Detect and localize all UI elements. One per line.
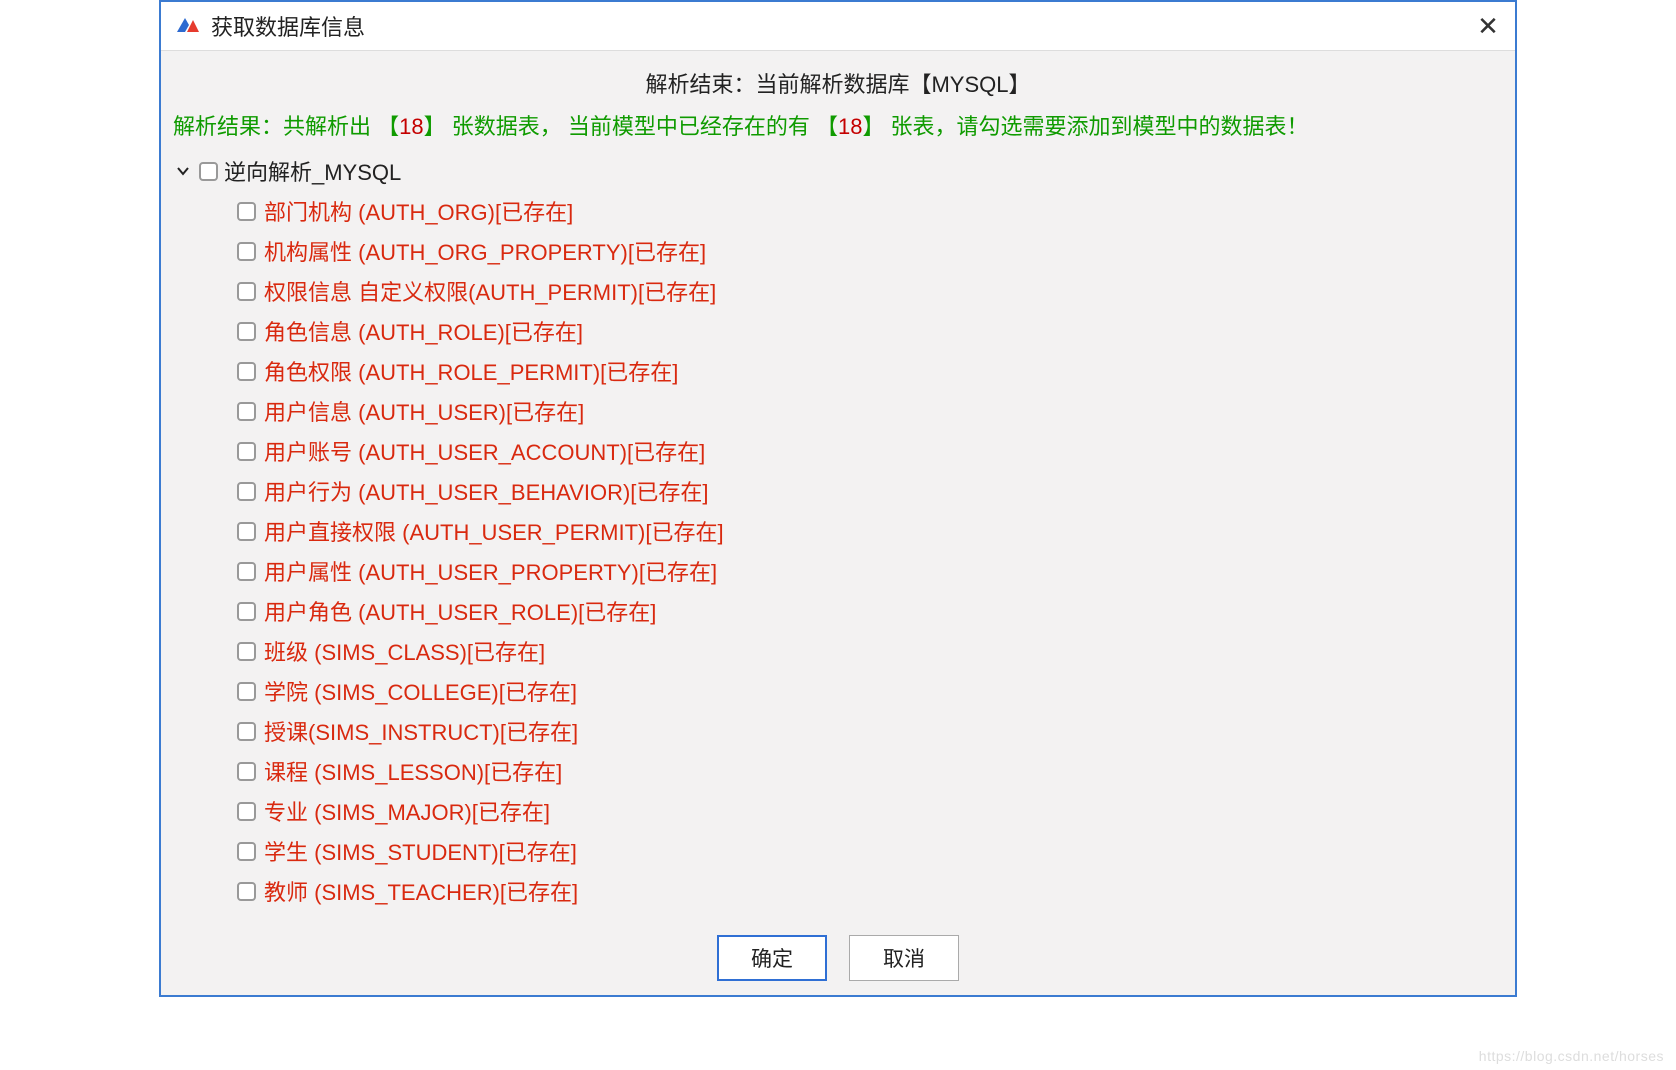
item-label: 学生 (SIMS_STUDENT)[已存在]	[264, 835, 577, 867]
item-checkbox[interactable]	[237, 282, 256, 301]
dialog-footer: 确定 取消	[161, 925, 1515, 995]
item-label: 用户信息 (AUTH_USER)[已存在]	[264, 395, 584, 427]
item-checkbox[interactable]	[237, 362, 256, 381]
window-title: 获取数据库信息	[211, 10, 1473, 42]
tree-item[interactable]: 用户账号 (AUTH_USER_ACCOUNT)[已存在]	[237, 431, 1503, 471]
item-checkbox[interactable]	[237, 602, 256, 621]
item-label: 学院 (SIMS_COLLEGE)[已存在]	[264, 675, 577, 707]
item-label: 用户属性 (AUTH_USER_PROPERTY)[已存在]	[264, 555, 717, 587]
tree-item[interactable]: 机构属性 (AUTH_ORG_PROPERTY)[已存在]	[237, 231, 1503, 271]
item-label: 角色信息 (AUTH_ROLE)[已存在]	[264, 315, 583, 347]
tree: 逆向解析_MYSQL 部门机构 (AUTH_ORG)[已存在] 机构属性 (AUT…	[161, 153, 1515, 925]
tree-item[interactable]: 角色信息 (AUTH_ROLE)[已存在]	[237, 311, 1503, 351]
count-total: 18	[399, 114, 423, 139]
app-logo-icon	[173, 12, 201, 40]
item-label: 用户角色 (AUTH_USER_ROLE)[已存在]	[264, 595, 656, 627]
item-checkbox[interactable]	[237, 842, 256, 861]
item-label: 角色权限 (AUTH_ROLE_PERMIT)[已存在]	[264, 355, 678, 387]
tree-item[interactable]: 教师 (SIMS_TEACHER)[已存在]	[237, 871, 1503, 911]
tree-item[interactable]: 授课(SIMS_INSTRUCT)[已存在]	[237, 711, 1503, 751]
item-checkbox[interactable]	[237, 482, 256, 501]
item-checkbox[interactable]	[237, 562, 256, 581]
tree-item[interactable]: 用户直接权限 (AUTH_USER_PERMIT)[已存在]	[237, 511, 1503, 551]
tree-item[interactable]: 专业 (SIMS_MAJOR)[已存在]	[237, 791, 1503, 831]
item-label: 部门机构 (AUTH_ORG)[已存在]	[264, 195, 573, 227]
tree-item[interactable]: 学院 (SIMS_COLLEGE)[已存在]	[237, 671, 1503, 711]
cancel-button[interactable]: 取消	[849, 935, 959, 981]
item-checkbox[interactable]	[237, 762, 256, 781]
tree-item[interactable]: 角色权限 (AUTH_ROLE_PERMIT)[已存在]	[237, 351, 1503, 391]
tree-item[interactable]: 用户信息 (AUTH_USER)[已存在]	[237, 391, 1503, 431]
item-checkbox[interactable]	[237, 682, 256, 701]
dialog-content: 解析结束：当前解析数据库【MYSQL】 解析结果：共解析出 【18】 张数据表，…	[161, 51, 1515, 995]
tree-item[interactable]: 班级 (SIMS_CLASS)[已存在]	[237, 631, 1503, 671]
parse-result-suffix: 】 张表，请勾选需要添加到模型中的数据表！	[862, 114, 1308, 139]
root-label: 逆向解析_MYSQL	[224, 155, 401, 187]
tree-item[interactable]: 权限信息 自定义权限(AUTH_PERMIT)[已存在]	[237, 271, 1503, 311]
item-label: 用户账号 (AUTH_USER_ACCOUNT)[已存在]	[264, 435, 705, 467]
header-area: 解析结束：当前解析数据库【MYSQL】 解析结果：共解析出 【18】 张数据表，…	[161, 51, 1515, 153]
item-label: 权限信息 自定义权限(AUTH_PERMIT)[已存在]	[264, 275, 716, 307]
parse-result-text: 解析结果：共解析出 【18】 张数据表， 当前模型中已经存在的有 【18】 张表…	[173, 109, 1503, 141]
item-label: 班级 (SIMS_CLASS)[已存在]	[264, 635, 545, 667]
item-checkbox[interactable]	[237, 402, 256, 421]
item-label: 用户直接权限 (AUTH_USER_PERMIT)[已存在]	[264, 515, 724, 547]
item-label: 机构属性 (AUTH_ORG_PROPERTY)[已存在]	[264, 235, 706, 267]
item-checkbox[interactable]	[237, 882, 256, 901]
tree-root-row[interactable]: 逆向解析_MYSQL	[173, 155, 1503, 187]
item-checkbox[interactable]	[237, 642, 256, 661]
tree-item[interactable]: 课程 (SIMS_LESSON)[已存在]	[237, 751, 1503, 791]
tree-item[interactable]: 用户行为 (AUTH_USER_BEHAVIOR)[已存在]	[237, 471, 1503, 511]
item-checkbox[interactable]	[237, 242, 256, 261]
item-label: 教师 (SIMS_TEACHER)[已存在]	[264, 875, 578, 907]
item-label: 授课(SIMS_INSTRUCT)[已存在]	[264, 715, 578, 747]
watermark-text: https://blog.csdn.net/horses	[1479, 1048, 1664, 1064]
root-checkbox[interactable]	[199, 162, 218, 181]
ok-button[interactable]: 确定	[717, 935, 827, 981]
titlebar: 获取数据库信息 ✕	[161, 2, 1515, 51]
tree-item[interactable]: 学生 (SIMS_STUDENT)[已存在]	[237, 831, 1503, 871]
item-checkbox[interactable]	[237, 202, 256, 221]
item-label: 课程 (SIMS_LESSON)[已存在]	[264, 755, 562, 787]
item-label: 专业 (SIMS_MAJOR)[已存在]	[264, 795, 550, 827]
parse-end-text: 解析结束：当前解析数据库【MYSQL】	[173, 67, 1503, 99]
tree-item[interactable]: 用户角色 (AUTH_USER_ROLE)[已存在]	[237, 591, 1503, 631]
parse-result-mid: 】 张数据表， 当前模型中已经存在的有 【	[424, 114, 838, 139]
tree-item[interactable]: 部门机构 (AUTH_ORG)[已存在]	[237, 191, 1503, 231]
tree-children: 部门机构 (AUTH_ORG)[已存在] 机构属性 (AUTH_ORG_PROPE…	[173, 191, 1503, 911]
parse-result-prefix: 解析结果：共解析出 【	[173, 114, 399, 139]
item-checkbox[interactable]	[237, 322, 256, 341]
item-checkbox[interactable]	[237, 722, 256, 741]
item-checkbox[interactable]	[237, 802, 256, 821]
item-label: 用户行为 (AUTH_USER_BEHAVIOR)[已存在]	[264, 475, 709, 507]
close-icon[interactable]: ✕	[1473, 13, 1503, 39]
item-checkbox[interactable]	[237, 442, 256, 461]
chevron-down-icon[interactable]	[173, 163, 193, 179]
count-existing: 18	[838, 114, 862, 139]
tree-item[interactable]: 用户属性 (AUTH_USER_PROPERTY)[已存在]	[237, 551, 1503, 591]
dialog-window: 获取数据库信息 ✕ 解析结束：当前解析数据库【MYSQL】 解析结果：共解析出 …	[159, 0, 1517, 997]
item-checkbox[interactable]	[237, 522, 256, 541]
